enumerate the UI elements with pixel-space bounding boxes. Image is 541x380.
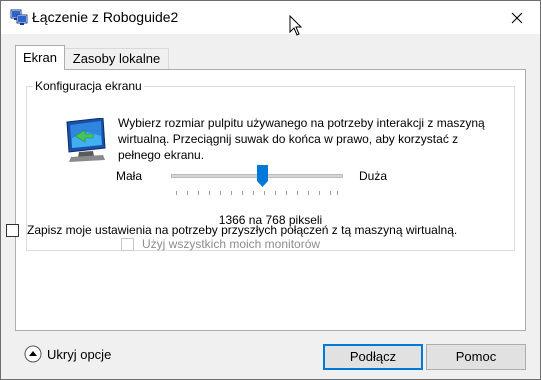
close-icon: [511, 12, 523, 23]
chevron-up-circle-icon: [24, 345, 42, 363]
close-button[interactable]: [494, 1, 540, 34]
save-settings-checkbox[interactable]: [6, 224, 19, 237]
slider-ticks: [176, 191, 338, 195]
slider-max-label: Duża: [359, 169, 388, 183]
all-monitors-option: Użyj wszystkich moich monitorów: [121, 237, 320, 251]
tab-display[interactable]: Ekran: [15, 45, 65, 70]
dialog-window: Łączenie z Roboguide2 Zasoby lokalne Ekr…: [0, 0, 541, 380]
hide-options-toggle[interactable]: Ukryj opcje: [24, 345, 111, 363]
save-settings-option: Zapisz moje ustawienia na potrzeby przys…: [6, 222, 482, 238]
help-button[interactable]: Pomoc: [426, 344, 526, 370]
group-title: Konfiguracja ekranu: [33, 79, 144, 93]
mouse-cursor-icon: [289, 15, 303, 36]
connect-button[interactable]: Podłącz: [323, 344, 423, 370]
resolution-slider-thumb[interactable]: [257, 165, 268, 187]
tab-local-resources[interactable]: Zasoby lokalne: [64, 48, 169, 70]
hide-options-label: Ukryj opcje: [47, 346, 112, 362]
save-settings-label: Zapisz moje ustawienia na potrzeby przys…: [27, 223, 458, 237]
all-monitors-checkbox[interactable]: [121, 237, 134, 251]
tab-panel-display: Konfiguracja ekranu Wybierz rozmiar pulp…: [15, 69, 526, 331]
monitor-icon: [66, 118, 106, 162]
window-title: Łączenie z Roboguide2: [32, 9, 179, 25]
slider-min-label: Mała: [116, 169, 143, 183]
display-description: Wybierz rozmiar pulpitu używanego na pot…: [118, 116, 485, 162]
all-monitors-label: Użyj wszystkich moich monitorów: [142, 237, 321, 251]
title-bar[interactable]: Łączenie z Roboguide2: [1, 1, 540, 34]
vm-connect-icon: [10, 9, 28, 25]
